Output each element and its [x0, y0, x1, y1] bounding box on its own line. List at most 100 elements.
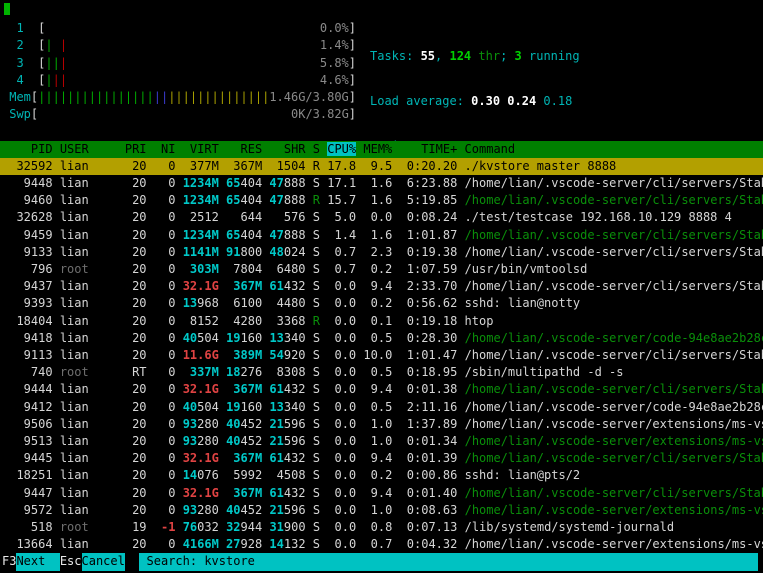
- res-cell: 367M: [226, 279, 262, 293]
- cpu-cell: 5.0: [327, 210, 356, 224]
- column-header-mem[interactable]: MEM%: [363, 142, 392, 156]
- process-row-796[interactable]: 796 root 20 0 303M 7804 6480 S 0.7 0.2 1…: [0, 261, 763, 278]
- bracket-close: ]: [349, 56, 356, 70]
- process-row-9444[interactable]: 9444 lian 20 0 32.1G 367M 61432 S 0.0 9.…: [0, 381, 763, 398]
- shr-cell: 3368: [269, 314, 305, 328]
- bracket-close: ]: [349, 107, 356, 121]
- process-row-13664[interactable]: 13664 lian 20 0 4166M 27928 14132 S 0.0 …: [0, 536, 763, 553]
- shr-cell: 21: [269, 503, 283, 517]
- column-header-res[interactable]: RES: [226, 142, 262, 156]
- virt-cell: 1141M: [183, 245, 219, 259]
- fbtn-cancel[interactable]: Cancel: [82, 553, 125, 570]
- process-row-32592[interactable]: 32592 lian 20 0 377M 367M 1504 R 17.8 9.…: [0, 158, 763, 175]
- state-cell: S: [313, 210, 320, 224]
- process-row-9506[interactable]: 9506 lian 20 0 93280 40452 21596 S 0.0 1…: [0, 416, 763, 433]
- function-bar-row: F3Next EscCancel Search: kvstore: [0, 553, 763, 570]
- process-row-9447[interactable]: 9447 lian 20 0 32.1G 367M 61432 S 0.0 9.…: [0, 485, 763, 502]
- res-cell: 19: [226, 331, 240, 345]
- mem-cell: 9.5: [363, 159, 392, 173]
- process-row-518[interactable]: 518 root 19 -1 76032 32944 31900 S 0.0 0…: [0, 519, 763, 536]
- table-header-row: PID USER PRI NI VIRT RES SHR S CPU% MEM%…: [0, 141, 763, 158]
- command-cell: /home/lian/.vscode-server/cli/servers/St…: [465, 348, 763, 362]
- column-header-virt[interactable]: VIRT: [183, 142, 219, 156]
- time-cell: 0:01.34: [400, 434, 458, 448]
- mem-cell: 1.6: [363, 193, 392, 207]
- time-cell: 0:01.38: [400, 382, 458, 396]
- cpu-cell: 0.0: [327, 486, 356, 500]
- process-row-9448[interactable]: 9448 lian 20 0 1234M 65404 47888 S 17.1 …: [0, 175, 763, 192]
- cpu-cell: 0.0: [327, 468, 356, 482]
- process-row-9133[interactable]: 9133 lian 20 0 1141M 91800 48024 S 0.7 2…: [0, 244, 763, 261]
- process-row-740[interactable]: 740 root RT 0 337M 18276 8308 S 0.0 0.5 …: [0, 364, 763, 381]
- ni-cell: 0: [154, 348, 176, 362]
- fkey-esc[interactable]: Esc: [60, 553, 82, 570]
- cpu-cell: 15.7: [327, 193, 356, 207]
- virt-cell: 13: [183, 296, 197, 310]
- process-row-9445[interactable]: 9445 lian 20 0 32.1G 367M 61432 S 0.0 9.…: [0, 450, 763, 467]
- ni-cell: 0: [154, 245, 176, 259]
- column-header-s[interactable]: S: [313, 142, 320, 156]
- cpu-cell: 0.0: [327, 451, 356, 465]
- process-row-9459[interactable]: 9459 lian 20 0 1234M 65404 47888 S 1.4 1…: [0, 227, 763, 244]
- process-row-9418[interactable]: 9418 lian 20 0 40504 19160 13340 S 0.0 0…: [0, 330, 763, 347]
- cpu-meter-1-label: 1: [2, 21, 38, 35]
- pid-cell: 796: [2, 262, 53, 276]
- pri-cell: 20: [125, 245, 147, 259]
- cpu-cell: 0.7: [327, 245, 356, 259]
- fkey-f3[interactable]: F3: [2, 553, 16, 570]
- process-row-9393[interactable]: 9393 lian 20 0 13968 6100 4480 S 0.0 0.2…: [0, 295, 763, 312]
- column-header-cpu[interactable]: CPU%: [327, 142, 356, 156]
- column-header-pid[interactable]: PID: [2, 142, 53, 156]
- tasks-separator: ,: [435, 49, 449, 63]
- process-row-9460[interactable]: 9460 lian 20 0 1234M 65404 47888 R 15.7 …: [0, 192, 763, 209]
- process-row-9113[interactable]: 9113 lian 20 0 11.6G 389M 54920 S 0.0 10…: [0, 347, 763, 364]
- mem-cell: 0.8: [363, 520, 392, 534]
- mem-cell: 1.0: [363, 434, 392, 448]
- virt-cell: 11.6G: [183, 348, 219, 362]
- virt-cell: 377M: [183, 159, 219, 173]
- user-cell: lian: [60, 159, 125, 173]
- res-cell: 65: [226, 228, 240, 242]
- cpu-cell: 0.0: [327, 365, 356, 379]
- pri-cell: 20: [125, 451, 147, 465]
- column-header-command[interactable]: Command: [465, 142, 516, 156]
- virt-cell: 40: [183, 331, 197, 345]
- process-row-9513[interactable]: 9513 lian 20 0 93280 40452 21596 S 0.0 1…: [0, 433, 763, 450]
- virt-cell: 93: [183, 417, 197, 431]
- column-header-ni[interactable]: NI: [154, 142, 176, 156]
- bracket-close: ]: [349, 21, 356, 35]
- virt-cell: 93: [183, 503, 197, 517]
- process-row-18404[interactable]: 18404 lian 20 0 8152 4280 3368 R 0.0 0.1…: [0, 313, 763, 330]
- column-header-user[interactable]: USER: [60, 142, 125, 156]
- time-cell: 1:01.47: [400, 348, 458, 362]
- pri-cell: 19: [125, 520, 147, 534]
- user-cell: lian: [60, 210, 125, 224]
- mem-cell: 9.4: [363, 382, 392, 396]
- column-header-time[interactable]: TIME+: [400, 142, 458, 156]
- cpu-cell: 0.0: [327, 314, 356, 328]
- state-cell: S: [313, 245, 320, 259]
- mem-cell: 0.2: [363, 296, 392, 310]
- fbtn-next[interactable]: Next: [16, 553, 59, 570]
- mem-cell: 1.0: [363, 503, 392, 517]
- load-15min: 0.18: [543, 94, 572, 108]
- search-input[interactable]: Search: kvstore: [139, 553, 758, 570]
- virt-cell: 1234M: [183, 228, 219, 242]
- column-header-shr[interactable]: SHR: [269, 142, 305, 156]
- bracket-open: [: [38, 38, 45, 52]
- process-row-9437[interactable]: 9437 lian 20 0 32.1G 367M 61432 S 0.0 9.…: [0, 278, 763, 295]
- pid-cell: 518: [2, 520, 53, 534]
- process-row-32628[interactable]: 32628 lian 20 0 2512 644 576 S 5.0 0.0 0…: [0, 209, 763, 226]
- column-header-pri[interactable]: PRI: [125, 142, 147, 156]
- ni-cell: 0: [154, 296, 176, 310]
- process-row-9412[interactable]: 9412 lian 20 0 40504 19160 13340 S 0.0 0…: [0, 399, 763, 416]
- process-row-18251[interactable]: 18251 lian 20 0 14076 5992 4508 S 0.0 0.…: [0, 467, 763, 484]
- virt-cell: 32.1G: [183, 279, 219, 293]
- command-cell: /lib/systemd/systemd-journald: [465, 520, 675, 534]
- process-row-9572[interactable]: 9572 lian 20 0 93280 40452 21596 S 0.0 1…: [0, 502, 763, 519]
- cpu-cell: 0.0: [327, 417, 356, 431]
- user-cell: lian: [60, 348, 125, 362]
- user-cell: lian: [60, 503, 125, 517]
- user-cell: lian: [60, 245, 125, 259]
- res-cell: 5992: [226, 468, 262, 482]
